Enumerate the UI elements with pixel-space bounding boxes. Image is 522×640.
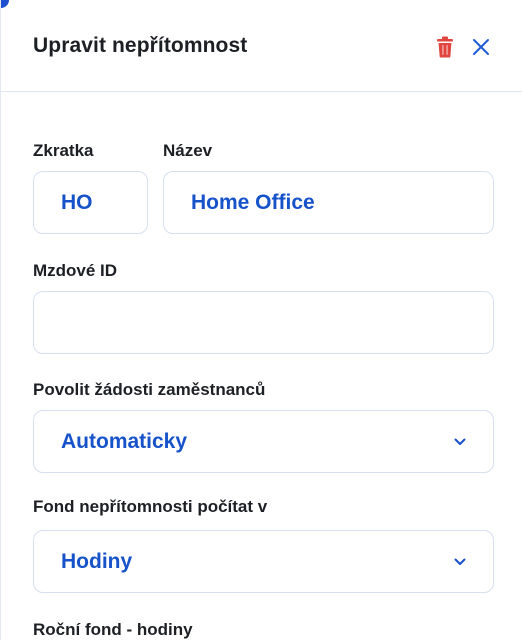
abbreviation-field[interactable]: HO xyxy=(33,171,148,234)
delete-button[interactable] xyxy=(432,34,458,60)
abbreviation-value: HO xyxy=(61,190,93,214)
fund-unit-label: Fond nepřítomnosti počítat v xyxy=(33,497,268,516)
panel-title: Upravit nepřítomnost xyxy=(33,34,248,57)
fund-unit-value: Hodiny xyxy=(61,549,133,573)
close-icon xyxy=(473,39,489,55)
payroll-id-label: Mzdové ID xyxy=(33,261,118,280)
annual-fund-label: Roční fond - hodiny xyxy=(33,620,193,639)
name-value: Home Office xyxy=(191,190,315,214)
payroll-id-input[interactable] xyxy=(34,292,493,353)
close-button[interactable] xyxy=(468,34,494,60)
panel-header: Upravit nepřítomnost xyxy=(1,0,522,92)
abbreviation-label: Zkratka xyxy=(33,141,94,160)
chevron-down-icon xyxy=(453,557,467,567)
chevron-down-icon xyxy=(453,437,467,447)
name-field[interactable]: Home Office xyxy=(163,171,494,234)
payroll-id-field[interactable] xyxy=(33,291,494,354)
allow-requests-value: Automaticky xyxy=(61,429,188,453)
trash-icon xyxy=(437,36,453,58)
fund-unit-select[interactable]: Hodiny xyxy=(33,530,494,593)
name-label: Název xyxy=(163,141,213,160)
edit-absence-panel: Upravit nepřítomnost Zkratka HO Název Ho… xyxy=(0,0,522,640)
allow-requests-label: Povolit žádosti zaměstnanců xyxy=(33,380,266,399)
allow-requests-select[interactable]: Automaticky xyxy=(33,410,494,473)
